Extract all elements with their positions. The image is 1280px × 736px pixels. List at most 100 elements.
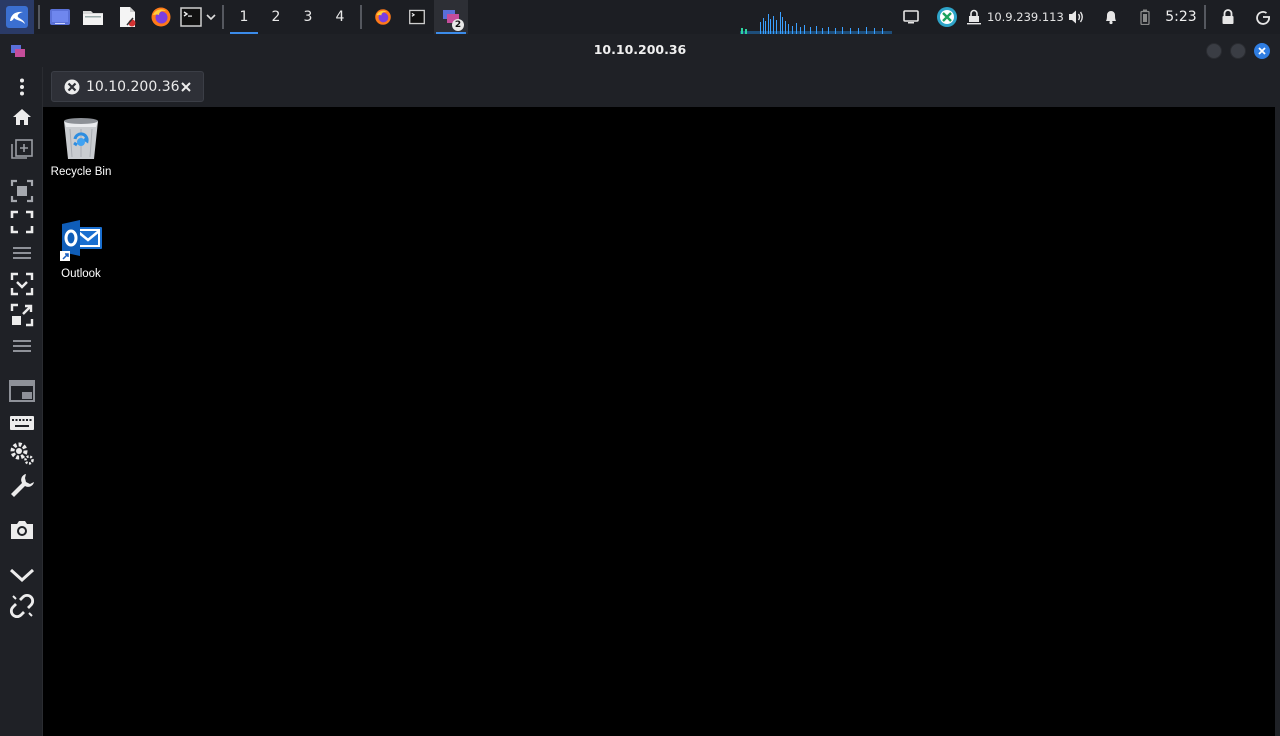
text-editor-icon bbox=[120, 7, 136, 27]
desktop-icon-label: Recycle Bin bbox=[50, 166, 112, 178]
keyboard-icon bbox=[10, 416, 34, 430]
lock-network-icon bbox=[967, 9, 981, 25]
task-terminal[interactable] bbox=[400, 0, 434, 34]
battery-indicator[interactable] bbox=[1134, 0, 1156, 34]
workspace-1[interactable]: 1 bbox=[228, 0, 260, 34]
vpn-indicator[interactable]: 10.9.239.113 bbox=[966, 0, 1064, 34]
tab-label: 10.10.200.36 bbox=[86, 78, 180, 95]
desktop-icon-outlook[interactable]: Outlook bbox=[43, 219, 119, 280]
workspace-4[interactable]: 4 bbox=[324, 0, 356, 34]
network-activity-graph bbox=[740, 12, 892, 34]
rdp-icon bbox=[64, 79, 80, 94]
kali-menu-button[interactable] bbox=[0, 0, 34, 34]
outlook-icon bbox=[60, 220, 102, 261]
terminal-launcher[interactable] bbox=[178, 0, 204, 34]
preferences-button[interactable] bbox=[8, 439, 36, 467]
logout-button[interactable] bbox=[1250, 0, 1276, 34]
divider-handle bbox=[8, 239, 36, 267]
volume-button[interactable] bbox=[1064, 0, 1088, 34]
remote-toolbar bbox=[0, 67, 43, 736]
fullscreen-button[interactable] bbox=[8, 208, 36, 236]
show-desktop-button[interactable] bbox=[44, 0, 76, 34]
minimize-button[interactable] bbox=[1206, 43, 1222, 59]
terminal-dropdown[interactable] bbox=[204, 0, 218, 34]
clock-time: 5:23 bbox=[1165, 9, 1197, 25]
folder-icon bbox=[83, 11, 103, 25]
menu-button[interactable] bbox=[8, 73, 36, 101]
fit-window-button[interactable] bbox=[8, 270, 36, 298]
vpn-ip-address: 10.9.239.113 bbox=[987, 10, 1064, 24]
firefox-icon bbox=[375, 9, 391, 25]
right-edge-strip bbox=[1275, 107, 1280, 736]
divider-handle bbox=[8, 332, 36, 360]
kebab-menu-icon bbox=[20, 78, 24, 96]
fit-window-icon bbox=[10, 272, 34, 296]
clock[interactable]: 5:23 bbox=[1162, 0, 1200, 34]
workspace-2[interactable]: 2 bbox=[260, 0, 292, 34]
lock-icon bbox=[1222, 9, 1234, 24]
task-firefox[interactable] bbox=[366, 0, 400, 34]
fullscreen-icon bbox=[10, 210, 34, 234]
minimize-toolbar-button[interactable] bbox=[8, 561, 36, 589]
window-titlebar: 10.10.200.36 bbox=[0, 34, 1280, 67]
kali-dragon-icon bbox=[6, 6, 28, 28]
workspace-3[interactable]: 3 bbox=[292, 0, 324, 34]
drag-lines-icon bbox=[13, 247, 31, 259]
update-icon bbox=[937, 7, 957, 27]
new-connection-button[interactable] bbox=[8, 133, 36, 161]
close-icon bbox=[1258, 47, 1266, 55]
bell-icon bbox=[1106, 11, 1116, 25]
home-button[interactable] bbox=[8, 103, 36, 131]
firefox-icon bbox=[151, 7, 171, 27]
terminal-icon bbox=[409, 9, 425, 25]
notifications-button[interactable] bbox=[1100, 0, 1122, 34]
screenshot-button[interactable] bbox=[8, 516, 36, 544]
desktop-icon-label: Outlook bbox=[61, 268, 101, 280]
disconnect-button[interactable] bbox=[8, 592, 36, 620]
tools-button[interactable] bbox=[8, 471, 36, 499]
recycle-bin-icon bbox=[64, 118, 98, 159]
battery-icon bbox=[1140, 9, 1150, 25]
picture-in-picture-icon bbox=[9, 380, 35, 402]
separator bbox=[222, 5, 224, 29]
terminal-icon bbox=[180, 7, 202, 27]
task-remote-desktop[interactable]: 2 bbox=[434, 0, 468, 34]
separator bbox=[38, 5, 40, 29]
separator bbox=[360, 5, 362, 29]
drag-lines-icon bbox=[13, 340, 31, 352]
firefox-launcher[interactable] bbox=[144, 0, 178, 34]
new-tab-icon bbox=[11, 139, 33, 159]
close-button[interactable] bbox=[1254, 43, 1270, 59]
display-tray-button[interactable] bbox=[900, 0, 922, 34]
maximize-button[interactable] bbox=[1230, 43, 1246, 59]
keyboard-grab-button[interactable] bbox=[8, 409, 36, 437]
connection-tabs: 10.10.200.36 bbox=[43, 67, 1280, 107]
tab-connection[interactable]: 10.10.200.36 bbox=[51, 71, 204, 102]
camera-icon bbox=[11, 521, 33, 539]
close-tab-icon[interactable] bbox=[181, 81, 191, 92]
text-editor-launcher[interactable] bbox=[110, 0, 144, 34]
viewport-button[interactable] bbox=[8, 177, 36, 205]
power-icon bbox=[1256, 11, 1270, 25]
chevron-down-icon bbox=[9, 568, 35, 583]
update-tray-button[interactable] bbox=[934, 0, 960, 34]
window-title: 10.10.200.36 bbox=[593, 42, 687, 57]
chevron-down-icon bbox=[206, 14, 216, 21]
separator bbox=[1204, 5, 1206, 29]
window-count-badge: 2 bbox=[452, 19, 464, 31]
multi-monitor-button[interactable] bbox=[8, 377, 36, 405]
resize-icon bbox=[10, 303, 34, 327]
home-icon bbox=[13, 109, 31, 125]
monitor-icon bbox=[903, 10, 919, 24]
desktop-icon bbox=[50, 9, 70, 25]
gears-icon bbox=[10, 442, 34, 465]
wrench-icon bbox=[11, 474, 34, 497]
remote-desktop-view[interactable]: Recycle Bin Outlook bbox=[43, 107, 1280, 736]
speaker-icon bbox=[1069, 10, 1083, 24]
desktop-icon-recycle-bin[interactable]: Recycle Bin bbox=[43, 115, 119, 178]
scale-button[interactable] bbox=[8, 301, 36, 329]
select-area-icon bbox=[10, 179, 34, 203]
taskbar: 1 2 3 4 2 10.9.239.113 5:23 bbox=[0, 0, 1280, 34]
lock-screen-button[interactable] bbox=[1216, 0, 1240, 34]
files-launcher[interactable] bbox=[76, 0, 110, 34]
